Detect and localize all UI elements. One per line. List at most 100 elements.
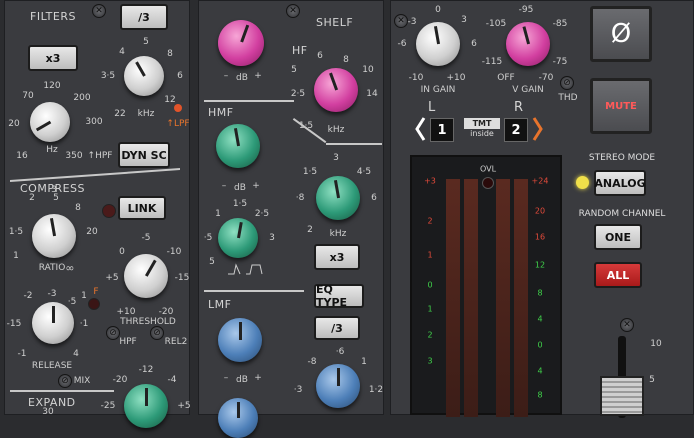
threshold-knob[interactable] bbox=[124, 254, 168, 298]
lpf-frequency-knob[interactable] bbox=[124, 56, 164, 96]
meter-bar-right-2 bbox=[514, 179, 528, 417]
hmf-q-knob[interactable] bbox=[218, 218, 258, 258]
release-tick: -15 bbox=[6, 319, 22, 329]
chevron-left-icon[interactable] bbox=[414, 116, 426, 142]
in-gain-knob[interactable] bbox=[416, 22, 460, 66]
filters-title: FILTERS bbox=[30, 10, 76, 23]
dyn-sc-button[interactable]: DYN SC bbox=[118, 142, 170, 168]
thd-toggle-icon[interactable]: ⊘ bbox=[560, 76, 574, 90]
filter-div3-button[interactable]: /3 bbox=[120, 4, 168, 30]
meter-scale-left: 0 bbox=[427, 280, 433, 290]
lmf-gain-knob[interactable] bbox=[218, 318, 262, 362]
hmf-q-tick: 1·5 bbox=[232, 199, 248, 209]
analog-button[interactable]: ANALOG bbox=[594, 170, 646, 196]
lmf-div3-button[interactable]: /3 bbox=[314, 316, 360, 340]
infinity-label: ∞ bbox=[65, 261, 75, 275]
screw-icon: ✕ bbox=[394, 14, 408, 28]
chevron-right-icon[interactable] bbox=[532, 116, 544, 142]
hf-tick: 5 bbox=[291, 65, 297, 75]
expand-tick: -25 bbox=[100, 401, 116, 411]
output-panel: ✕ 0 3 -3 6 -6 -10 +10 IN GAIN -95 -105 -… bbox=[390, 0, 694, 418]
lmf-q-knob[interactable] bbox=[218, 398, 258, 438]
hmf-freq-tick: 4·5 bbox=[356, 167, 372, 177]
random-channel-label: RANDOM CHANNEL bbox=[578, 209, 666, 219]
hmf-x3-button[interactable]: x3 bbox=[314, 244, 360, 270]
lmf-title: LMF bbox=[208, 298, 232, 311]
screw-icon: ✕ bbox=[92, 4, 106, 18]
hf-tick: 8 bbox=[343, 55, 349, 65]
all-button[interactable]: ALL bbox=[594, 262, 642, 288]
hpf-tick: 200 bbox=[73, 93, 91, 103]
v-gain-knob[interactable] bbox=[506, 22, 550, 66]
output-fader-handle[interactable] bbox=[600, 376, 644, 416]
threshold-tick: +5 bbox=[105, 273, 119, 283]
fast-label: F bbox=[93, 287, 99, 297]
in-gain-tick: -6 bbox=[397, 39, 407, 49]
meter-scale-right: 20 bbox=[534, 206, 546, 216]
threshold-tick: 0 bbox=[119, 247, 125, 257]
in-gain-tick: 6 bbox=[471, 39, 477, 49]
meter-scale-left: 1 bbox=[427, 304, 433, 314]
section-divider bbox=[326, 143, 382, 145]
link-button[interactable]: LINK bbox=[118, 196, 166, 220]
expand-knob[interactable] bbox=[124, 384, 168, 428]
hf-label: HF bbox=[292, 44, 308, 57]
hpf-tick: 16 bbox=[16, 151, 28, 161]
hpf-tick: 20 bbox=[8, 119, 20, 129]
meter-bar-left-2 bbox=[464, 179, 478, 417]
shelf-gain-knob[interactable] bbox=[218, 20, 264, 66]
thd-label: THD bbox=[558, 93, 578, 103]
ratio-tick: 5 bbox=[53, 193, 59, 203]
hmf-q-tick: 5 bbox=[209, 257, 215, 267]
eq-type-button[interactable]: EQ TYPE bbox=[314, 283, 364, 309]
expand-tick: -4 bbox=[167, 375, 177, 385]
hmf-freq-tick: 2 bbox=[307, 225, 313, 235]
in-gain-tick: 3 bbox=[461, 15, 467, 25]
meter-scale-left: 2 bbox=[427, 330, 433, 340]
v-gain-tick: -70 bbox=[538, 73, 554, 83]
rel2-toggle-icon[interactable]: ⊘ bbox=[150, 326, 164, 340]
mute-button[interactable]: MUTE bbox=[590, 78, 652, 134]
level-meter: OVL +3 2 1 0 1 2 3 +24 20 16 12 8 4 0 4 … bbox=[410, 155, 562, 417]
ratio-tick: 8 bbox=[75, 203, 81, 213]
ratio-knob[interactable] bbox=[32, 214, 76, 258]
v-gain-tick: -115 bbox=[481, 57, 503, 67]
lpf-tick: 5 bbox=[143, 37, 149, 47]
release-tick: -2 bbox=[23, 291, 33, 301]
hpf-toggle-icon[interactable]: ⊘ bbox=[106, 326, 120, 340]
meter-scale-right: 16 bbox=[534, 232, 546, 242]
release-knob[interactable] bbox=[32, 302, 74, 344]
lmf-frequency-knob[interactable] bbox=[316, 364, 360, 408]
meter-scale-left: 3 bbox=[427, 356, 433, 366]
shelf-title: SHELF bbox=[316, 16, 354, 29]
hpf-tick: 300 bbox=[85, 117, 103, 127]
hmf-gain-knob[interactable] bbox=[216, 124, 260, 168]
hmf-minus: – bbox=[221, 181, 227, 191]
screw-icon: ✕ bbox=[620, 318, 634, 332]
hpf-label: ↑HPF bbox=[87, 151, 113, 161]
meter-scale-right: 12 bbox=[534, 260, 546, 270]
hmf-db: dB bbox=[234, 183, 246, 193]
lpf-label: ↑LPF bbox=[166, 119, 190, 129]
lmf-freq-tick: -8 bbox=[307, 357, 317, 367]
ratio-label: RATIO bbox=[38, 263, 66, 273]
mix-toggle-icon[interactable]: ⊘ bbox=[58, 374, 72, 388]
section-divider bbox=[10, 168, 180, 182]
hmf-frequency-knob[interactable] bbox=[316, 176, 360, 220]
meter-scale-right: 8 bbox=[537, 390, 543, 400]
hmf-freq-tick: 3 bbox=[333, 153, 339, 163]
one-button[interactable]: ONE bbox=[594, 224, 642, 250]
tmt-inside-label: inside bbox=[470, 129, 494, 138]
hf-frequency-knob[interactable] bbox=[314, 68, 358, 112]
hpf-frequency-knob[interactable] bbox=[30, 102, 70, 142]
channel-2-button[interactable]: 2 bbox=[504, 118, 528, 142]
threshold-tick: -15 bbox=[174, 273, 190, 283]
hmf-title: HMF bbox=[208, 106, 234, 119]
threshold-tick: +10 bbox=[116, 307, 136, 317]
hmf-q-tick: 1 bbox=[215, 209, 221, 219]
phase-invert-button[interactable]: Ø bbox=[590, 6, 652, 62]
filter-x3-button[interactable]: x3 bbox=[28, 45, 78, 71]
expand-tick: +5 bbox=[177, 401, 191, 411]
link-led bbox=[102, 204, 116, 218]
channel-1-button[interactable]: 1 bbox=[430, 118, 454, 142]
